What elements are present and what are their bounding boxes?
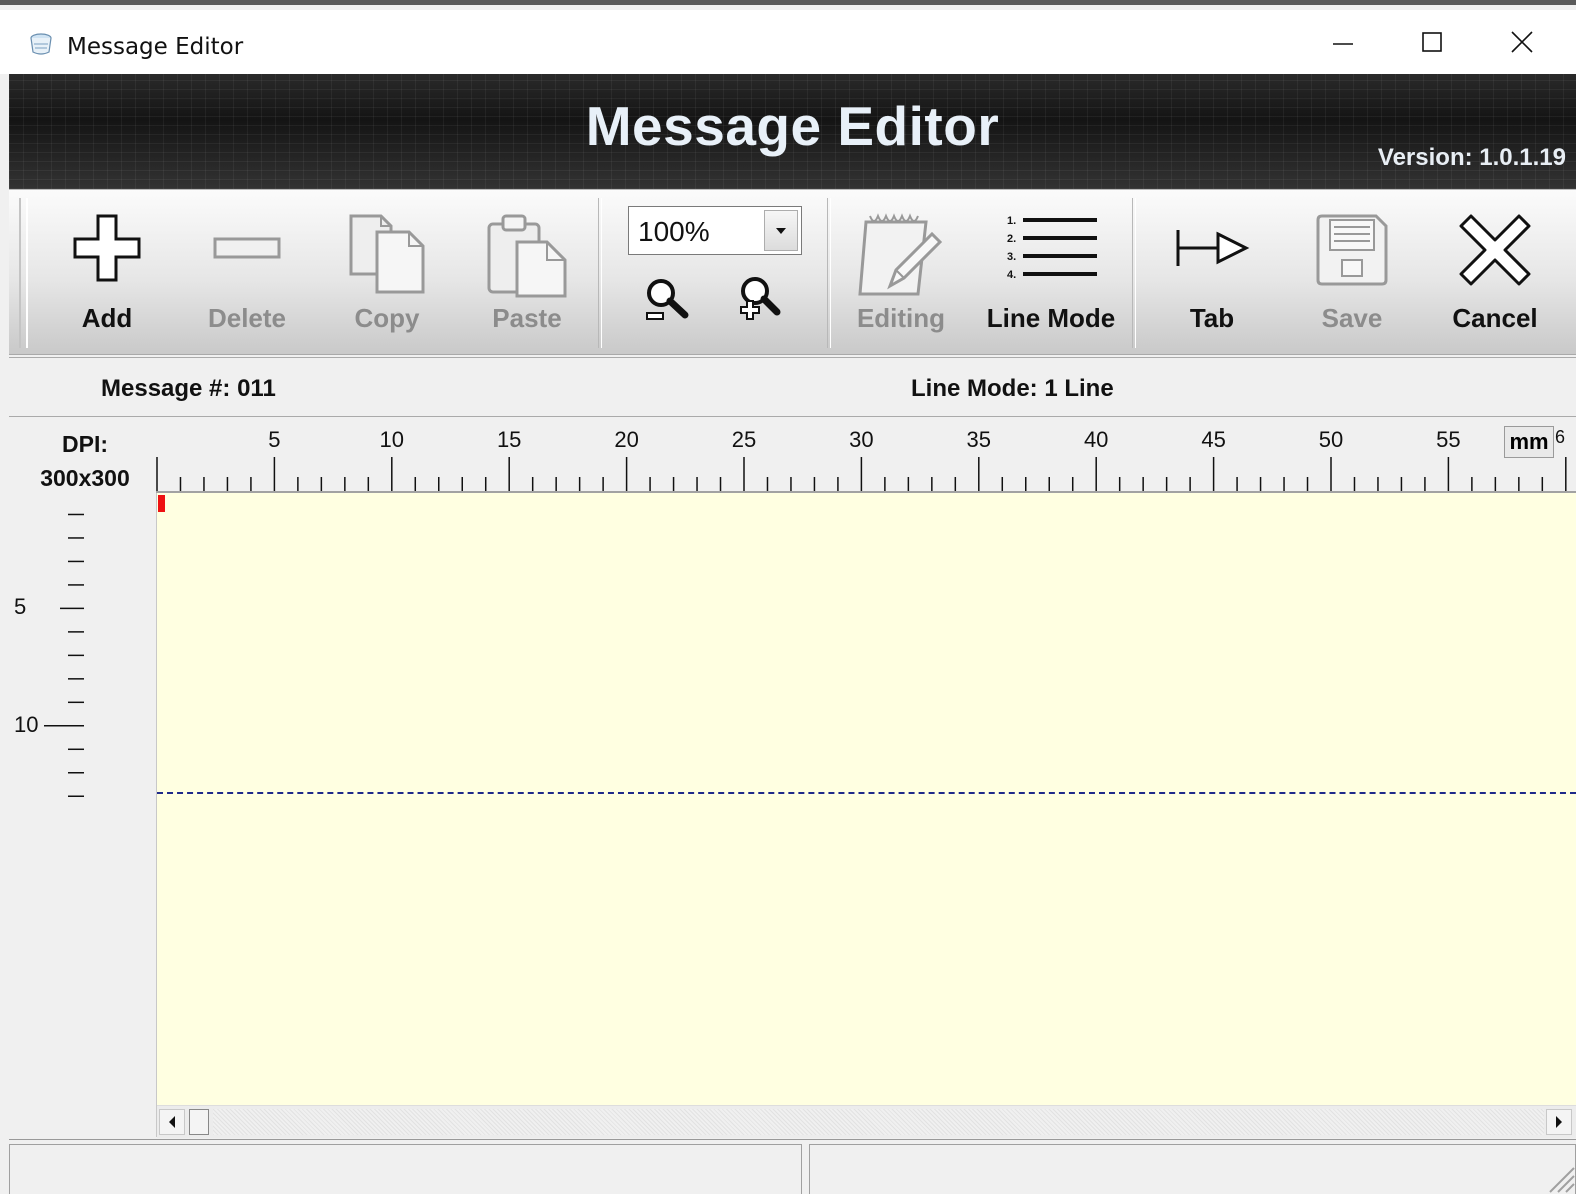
tab-arrow-icon [1176, 230, 1250, 266]
dpi-display: DPI: 300x300 [20, 427, 150, 495]
horizontal-ruler: 5 10 15 20 25 30 35 40 45 50 55 [156, 423, 1576, 493]
add-label: Add [81, 303, 133, 333]
numbered-list-icon: 1. 2. 3. 4. [1007, 215, 1097, 281]
list-number: 2. [1007, 233, 1016, 245]
banner-heading: Message Editor [585, 95, 1000, 157]
ruler-clipped-label: 6 [1555, 427, 1566, 447]
dpi-label: DPI: [62, 431, 108, 457]
line-mode-label: Line Mode [986, 303, 1116, 333]
ruler-label: 5 [14, 594, 27, 620]
vertical-ruler-ticks [44, 513, 84, 797]
line-mode-status: Line Mode: 1 Line [911, 375, 1114, 402]
line-baseline [157, 792, 1576, 794]
ruler-label: 30 [849, 427, 874, 452]
line-mode-button[interactable]: 1. 2. 3. 4. Line Mode [971, 190, 1131, 356]
list-number: 4. [1007, 269, 1016, 281]
close-icon [1511, 31, 1533, 53]
ruler-label: 50 [1318, 427, 1344, 452]
list-number: 3. [1007, 251, 1016, 263]
toolbar-separator [1132, 198, 1136, 348]
dpi-value: 300x300 [40, 465, 130, 491]
status-pane-left [9, 1144, 802, 1194]
copy-icon [349, 214, 425, 294]
message-info-bar: Message #: 011 Line Mode: 1 Line [9, 357, 1576, 417]
minimize-button[interactable] [1313, 20, 1373, 64]
x-icon [1459, 214, 1531, 286]
vertical-ruler: 5 10 [0, 493, 84, 1113]
cancel-label: Cancel [1452, 303, 1538, 333]
delete-label: Delete [207, 303, 287, 333]
ruler-label: 25 [731, 427, 757, 452]
zoom-in-button[interactable] [727, 275, 783, 325]
header-banner: Message Editor Version: 1.0.1.19 [9, 74, 1576, 189]
ruler-label: 55 [1436, 427, 1461, 452]
cancel-button[interactable]: Cancel [1422, 190, 1568, 356]
toolbar-separator [598, 198, 602, 348]
version-label: Version: 1.0.1.19 [1377, 144, 1566, 171]
ruler-label: 40 [1083, 427, 1109, 452]
horizontal-scrollbar[interactable] [157, 1105, 1576, 1138]
chevron-down-icon[interactable] [764, 210, 798, 251]
minimize-icon [1333, 43, 1353, 45]
ruler-label: 45 [1201, 427, 1226, 452]
editing-label: Editing [856, 303, 946, 333]
zoom-out-button[interactable] [639, 275, 695, 325]
ruler-label: 5 [268, 427, 281, 452]
message-number: Message #: 011 [101, 375, 276, 402]
floppy-disk-icon [1316, 214, 1388, 286]
close-button[interactable] [1492, 20, 1552, 64]
paste-icon [487, 214, 567, 298]
paste-label: Paste [492, 303, 562, 333]
scrollbar-thumb[interactable] [189, 1109, 209, 1135]
tab-button[interactable]: Tab [1142, 190, 1282, 356]
save-label: Save [1321, 303, 1383, 333]
ruler-label: 35 [966, 427, 992, 452]
ruler-label: 20 [614, 427, 639, 452]
arrow-right-icon [1556, 1116, 1562, 1128]
unit-toggle-button[interactable]: mm [1504, 426, 1554, 458]
delete-button[interactable]: Delete [177, 190, 317, 356]
save-button[interactable]: Save [1282, 190, 1422, 356]
plus-icon [73, 214, 141, 282]
scroll-left-button[interactable] [159, 1109, 185, 1135]
ruler-label: 10 [14, 711, 39, 737]
status-pane-right [809, 1144, 1576, 1194]
toolbar-grip[interactable] [19, 198, 28, 348]
scroll-right-button[interactable] [1546, 1109, 1572, 1135]
status-bar [9, 1139, 1576, 1194]
editing-button[interactable]: Editing [831, 190, 971, 356]
message-editor-window: Message Editor Message Editor Version: 1… [0, 0, 1576, 1194]
list-number: 1. [1007, 215, 1016, 227]
title-bar[interactable]: Message Editor [0, 10, 1576, 74]
resize-grip-icon[interactable] [1540, 1158, 1576, 1194]
tab-label: Tab [1189, 303, 1235, 333]
left-gutter [84, 493, 157, 1137]
text-cursor [158, 495, 165, 512]
zoom-in-icon [740, 277, 781, 320]
zoom-out-icon [646, 279, 689, 320]
ruler-label: 15 [496, 427, 522, 452]
minus-icon [213, 237, 281, 259]
arrow-left-icon [169, 1116, 175, 1128]
message-canvas[interactable] [157, 493, 1576, 1105]
copy-label: Copy [354, 303, 420, 333]
notepad-pencil-icon [858, 213, 943, 296]
toolbar: Add Delete Copy Paste 100% Editing 1. 2.… [9, 189, 1576, 355]
scrollbar-track[interactable] [213, 1109, 1544, 1135]
maximize-button[interactable] [1402, 20, 1462, 64]
app-icon [30, 33, 52, 55]
paste-button[interactable]: Paste [457, 190, 597, 356]
window-title: Message Editor [67, 34, 244, 60]
add-button[interactable]: Add [37, 190, 177, 356]
copy-button[interactable]: Copy [317, 190, 457, 356]
zoom-select[interactable]: 100% [628, 206, 802, 255]
zoom-value: 100% [638, 216, 710, 247]
maximize-icon [1422, 32, 1442, 52]
ruler-label: 10 [379, 427, 405, 452]
